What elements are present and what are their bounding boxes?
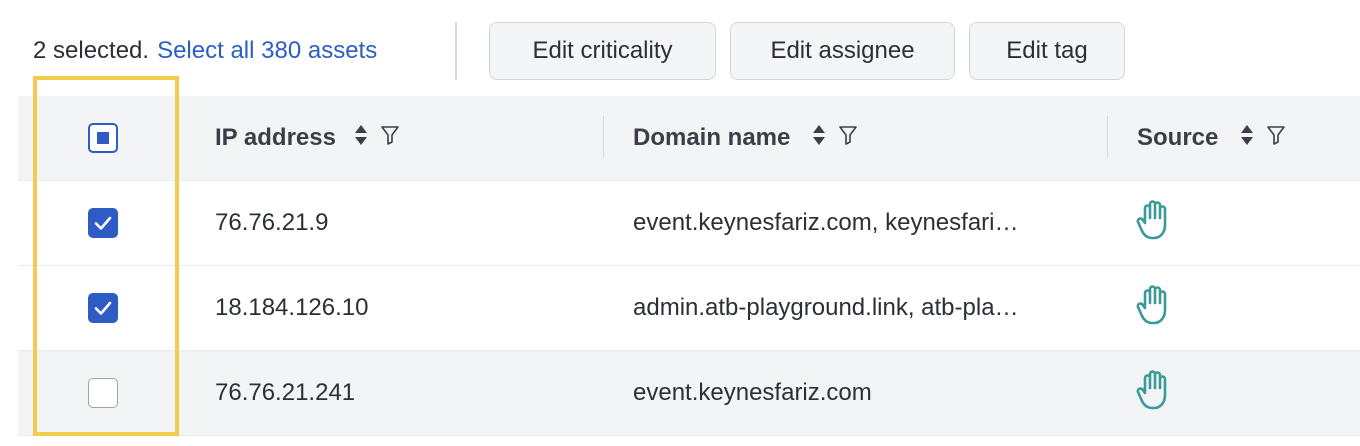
row-checkbox[interactable] xyxy=(88,378,118,408)
row-checkbox[interactable] xyxy=(88,293,118,323)
source-cell xyxy=(1135,181,1175,265)
table-row[interactable]: 18.184.126.10 admin.atb-playground.link,… xyxy=(18,266,1360,351)
toolbar-divider xyxy=(455,22,457,80)
row-checkbox[interactable] xyxy=(88,208,118,238)
sort-icon[interactable] xyxy=(1240,124,1254,153)
checkmark-icon xyxy=(94,216,112,230)
ip-cell: 76.76.21.9 xyxy=(215,209,329,236)
edit-assignee-button[interactable]: Edit assignee xyxy=(730,22,955,80)
selected-count-label: 2 selected. xyxy=(33,37,150,64)
hand-icon xyxy=(1135,369,1175,418)
edit-tag-button[interactable]: Edit tag xyxy=(969,22,1125,80)
select-all-link[interactable]: Select all 380 assets xyxy=(157,37,377,64)
filter-icon[interactable] xyxy=(838,124,858,152)
table-row[interactable]: 76.76.21.9 event.keynesfariz.com, keynes… xyxy=(18,181,1360,266)
ip-cell: 76.76.21.241 xyxy=(215,379,356,406)
column-header-source[interactable]: Source xyxy=(1137,96,1286,180)
select-all-checkbox[interactable] xyxy=(88,123,118,153)
table-header-row: IP address Domain name Source xyxy=(18,96,1360,181)
bulk-action-toolbar: 2 selected. Select all 380 assets Edit cr… xyxy=(0,0,1360,96)
checkmark-icon xyxy=(94,301,112,315)
domain-cell: event.keynesfariz.com xyxy=(633,379,872,406)
column-header-ip[interactable]: IP address xyxy=(215,96,400,180)
source-cell xyxy=(1135,351,1175,435)
column-label-ip: IP address xyxy=(215,124,336,151)
filter-icon[interactable] xyxy=(1266,124,1286,152)
column-separator[interactable] xyxy=(1107,116,1108,158)
sort-icon[interactable] xyxy=(812,124,826,153)
edit-criticality-button[interactable]: Edit criticality xyxy=(489,22,716,80)
assets-table: IP address Domain name Source 76.76.21.9… xyxy=(18,96,1360,436)
column-label-source: Source xyxy=(1137,124,1219,151)
filter-icon[interactable] xyxy=(380,124,400,152)
hand-icon xyxy=(1135,199,1175,248)
ip-cell: 18.184.126.10 xyxy=(215,294,369,321)
sort-icon[interactable] xyxy=(354,124,368,153)
column-separator[interactable] xyxy=(603,116,604,158)
indeterminate-mark xyxy=(97,132,109,144)
hand-icon xyxy=(1135,284,1175,333)
selection-summary: 2 selected. Select all 380 assets xyxy=(33,36,377,66)
domain-cell: admin.atb-playground.link, atb-pla… xyxy=(633,294,1019,321)
column-header-domain[interactable]: Domain name xyxy=(633,96,858,180)
column-label-domain: Domain name xyxy=(633,124,791,151)
source-cell xyxy=(1135,266,1175,350)
table-row[interactable]: 76.76.21.241 event.keynesfariz.com xyxy=(18,351,1360,436)
domain-cell: event.keynesfariz.com, keynesfari… xyxy=(633,209,1019,236)
